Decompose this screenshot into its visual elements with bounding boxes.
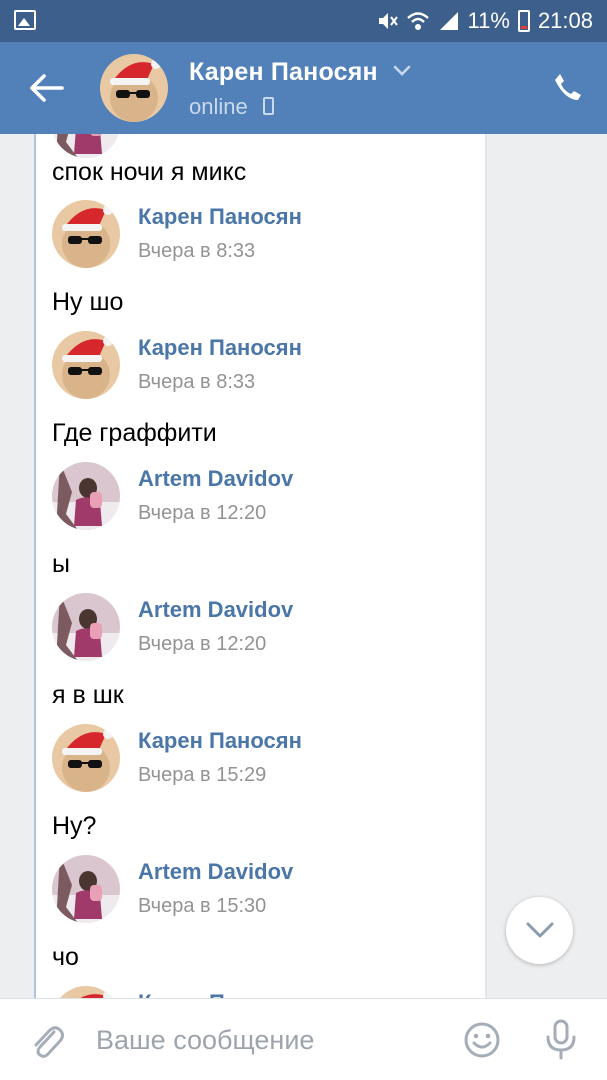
message-author: Карен Паносян <box>36 986 456 998</box>
message-time: Вчера в 8:33 <box>138 371 256 393</box>
chevron-down-icon <box>526 922 554 938</box>
smiley-icon[interactable] <box>463 1021 501 1059</box>
message-author <box>36 134 456 160</box>
avatar[interactable] <box>52 593 120 661</box>
avatar[interactable] <box>52 855 120 923</box>
author-name[interactable]: Artem Davidov <box>138 597 293 623</box>
message-author: Artem Davidov Вчера в 12:20 <box>36 462 456 532</box>
contact-avatar[interactable] <box>100 54 168 122</box>
message-time: Вчера в 12:20 <box>138 633 267 655</box>
message-text: ы <box>52 550 70 578</box>
message-text: я в шк <box>52 681 124 709</box>
avatar[interactable] <box>52 200 120 268</box>
author-name[interactable]: Карен Паносян <box>138 728 302 754</box>
chat-header: Карен Паносян online <box>0 42 607 134</box>
microphone-icon[interactable] <box>544 1019 578 1061</box>
avatar[interactable] <box>52 331 120 399</box>
author-name[interactable]: Artem Davidov <box>138 466 293 492</box>
author-name[interactable]: Карен Паносян <box>138 990 302 998</box>
message-time: Вчера в 12:20 <box>138 502 267 524</box>
clock: 21:08 <box>537 8 593 33</box>
wifi-icon <box>406 12 429 30</box>
mobile-device-icon <box>263 97 274 115</box>
message-text: Ну шо <box>52 288 124 316</box>
message-input[interactable]: Ваше сообщение <box>96 1025 314 1056</box>
battery-percent: 11% <box>467 8 510 33</box>
avatar[interactable] <box>52 134 120 158</box>
scroll-to-bottom-button[interactable] <box>506 897 573 964</box>
status-bar: 11% 21:08 <box>0 0 607 42</box>
battery-icon <box>517 10 530 32</box>
author-name[interactable]: Artem Davidov <box>138 859 293 885</box>
back-arrow-icon[interactable] <box>28 72 64 104</box>
gallery-icon <box>14 10 36 30</box>
message-text: спок ночи я микс <box>52 158 247 186</box>
message-author: Artem Davidov Вчера в 12:20 <box>36 593 456 663</box>
author-name[interactable]: Карен Паносян <box>138 335 302 361</box>
author-name[interactable]: Карен Паносян <box>138 204 302 230</box>
chevron-down-icon[interactable] <box>392 64 412 78</box>
paperclip-icon[interactable] <box>30 1023 64 1061</box>
message-text: Где граффити <box>52 419 217 447</box>
message-author: Artem Davidov Вчера в 15:30 <box>36 855 456 925</box>
message-author: Карен Паносян Вчера в 8:33 <box>36 200 456 270</box>
avatar[interactable] <box>52 724 120 792</box>
phone-call-icon[interactable] <box>553 72 583 102</box>
contact-status: online <box>189 94 248 119</box>
message-text: Ну? <box>52 812 97 840</box>
message-list[interactable]: спок ночи я микс Карен Паносян Вчера в 8… <box>34 134 487 998</box>
contact-name[interactable]: Карен Паносян <box>189 58 378 87</box>
message-time: Вчера в 8:33 <box>138 240 256 262</box>
avatar[interactable] <box>52 986 120 998</box>
message-composer: Ваше сообщение <box>0 998 607 1080</box>
message-text: чо <box>52 943 79 971</box>
message-author: Карен Паносян Вчера в 15:29 <box>36 724 456 794</box>
message-time: Вчера в 15:29 <box>138 764 267 786</box>
signal-icon <box>439 12 458 30</box>
mute-icon <box>378 13 398 29</box>
message-author: Карен Паносян Вчера в 8:33 <box>36 331 456 401</box>
message-time: Вчера в 15:30 <box>138 895 267 917</box>
avatar[interactable] <box>52 462 120 530</box>
